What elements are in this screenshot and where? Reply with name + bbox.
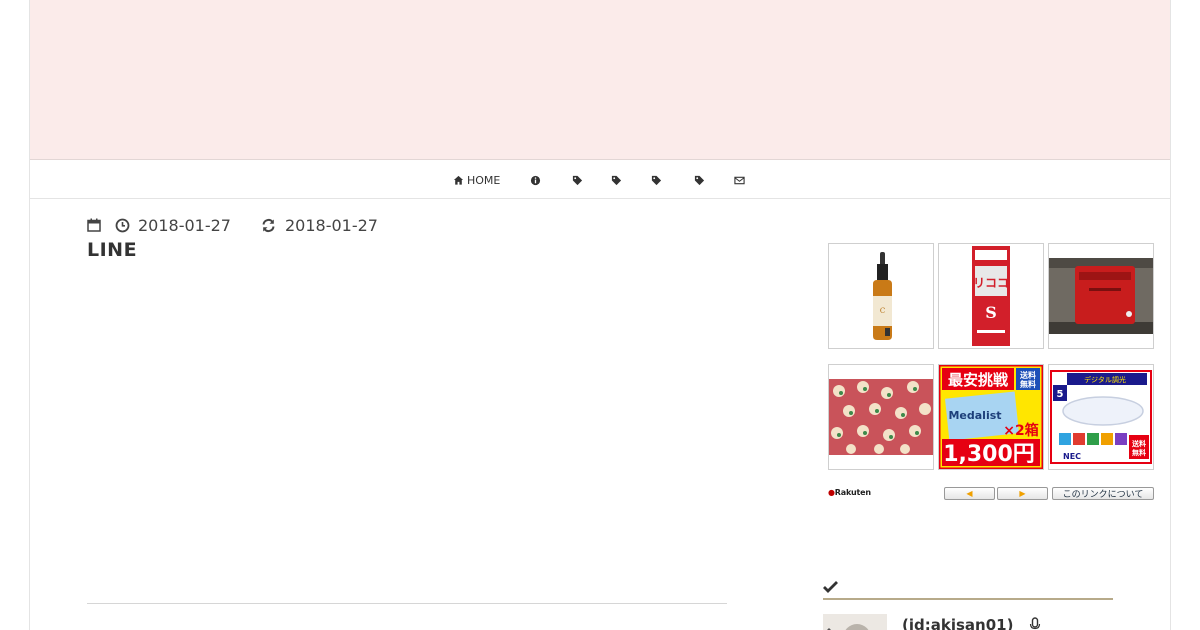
- check-icon: [823, 581, 838, 593]
- info-icon: [530, 175, 541, 185]
- svg-text:無料: 無料: [1132, 448, 1146, 457]
- svg-text:デジタル調光: デジタル調光: [1084, 375, 1126, 384]
- rakuten-logo-text: Rakuten: [834, 488, 871, 497]
- tag-icon: [572, 175, 583, 185]
- serum-bottle-image: C: [829, 244, 933, 348]
- widget-next-button[interactable]: ▶: [997, 487, 1048, 500]
- svg-text:最安挑戦: 最安挑戦: [948, 371, 1009, 389]
- microphone-icon: [1029, 617, 1041, 630]
- tag-icon: [694, 175, 705, 185]
- header-banner[interactable]: [30, 0, 1170, 160]
- svg-text:5: 5: [1057, 389, 1064, 400]
- nav-item-category-3[interactable]: [651, 172, 662, 188]
- svg-text:無料: 無料: [1020, 379, 1036, 389]
- tag-icon: [651, 175, 662, 185]
- profile-block: (id:akisan01): [823, 614, 1113, 630]
- nav-item-category-4[interactable]: [694, 172, 705, 188]
- clock-icon: [115, 218, 130, 232]
- product-thumb-serum[interactable]: C: [828, 243, 934, 349]
- product-thumb-medicine[interactable]: リココ S: [938, 243, 1044, 349]
- refresh-icon: [262, 218, 275, 232]
- post-divider: [87, 603, 727, 604]
- svg-text:送料: 送料: [1131, 439, 1146, 448]
- svg-text:NEC: NEC: [1063, 452, 1081, 461]
- svg-text:1,300円: 1,300円: [943, 442, 1035, 467]
- rakuten-logo[interactable]: ●Rakuten: [828, 488, 871, 497]
- next-arrow-icon: ▶: [1019, 489, 1026, 498]
- post-meta: 2018-01-27 2018-01-27: [87, 214, 378, 236]
- ceiling-light-image: デジタル調光 5 NEC 送料 無料: [1049, 365, 1153, 469]
- medicine-box-image: リココ S: [939, 244, 1043, 348]
- mask-box-image: 最安挑戦 送料 無料 Medalist ×2箱 1,300円: [939, 365, 1043, 469]
- home-icon: [453, 175, 464, 185]
- calendar-icon: [87, 218, 101, 232]
- svg-text:×2箱: ×2箱: [1003, 422, 1038, 439]
- svg-text:Medalist: Medalist: [948, 409, 1001, 422]
- sidebar-profile-section: (id:akisan01): [823, 578, 1113, 630]
- post-title: LINE: [87, 239, 138, 261]
- nav-home-label: HOME: [467, 173, 501, 187]
- nav-item-category-1[interactable]: [572, 172, 583, 188]
- nav-item-about[interactable]: [530, 172, 541, 188]
- profile-id[interactable]: (id:akisan01): [902, 616, 1013, 630]
- product-thumb-mask[interactable]: 最安挑戦 送料 無料 Medalist ×2箱 1,300円: [938, 364, 1044, 470]
- product-thumb-fabric[interactable]: [828, 364, 934, 470]
- tag-icon: [611, 175, 622, 185]
- published-date: 2018-01-27: [138, 215, 231, 235]
- updated-date: 2018-01-27: [284, 215, 378, 235]
- section-heading: [823, 578, 1113, 600]
- nav-item-contact[interactable]: [734, 172, 745, 188]
- svg-text:送料: 送料: [1019, 370, 1036, 380]
- red-mailbox-image: [1049, 244, 1153, 348]
- nav-item-home[interactable]: HOME: [453, 172, 500, 188]
- product-thumb-mailbox[interactable]: [1048, 243, 1154, 349]
- widget-about-link[interactable]: このリンクについて: [1052, 487, 1154, 500]
- global-nav: HOME: [30, 161, 1170, 199]
- widget-prev-button[interactable]: ◀: [944, 487, 995, 500]
- product-thumb-ceiling-light[interactable]: デジタル調光 5 NEC 送料 無料: [1048, 364, 1154, 470]
- envelope-icon: [734, 176, 745, 184]
- prev-arrow-icon: ◀: [966, 489, 973, 498]
- svg-text:S: S: [985, 303, 997, 322]
- nav-item-category-2[interactable]: [611, 172, 622, 188]
- fabric-image: [829, 365, 933, 469]
- svg-text:C: C: [880, 307, 885, 315]
- svg-text:リココ: リココ: [973, 276, 1009, 290]
- widget-about-label: このリンクについて: [1062, 490, 1144, 500]
- avatar[interactable]: [823, 614, 887, 630]
